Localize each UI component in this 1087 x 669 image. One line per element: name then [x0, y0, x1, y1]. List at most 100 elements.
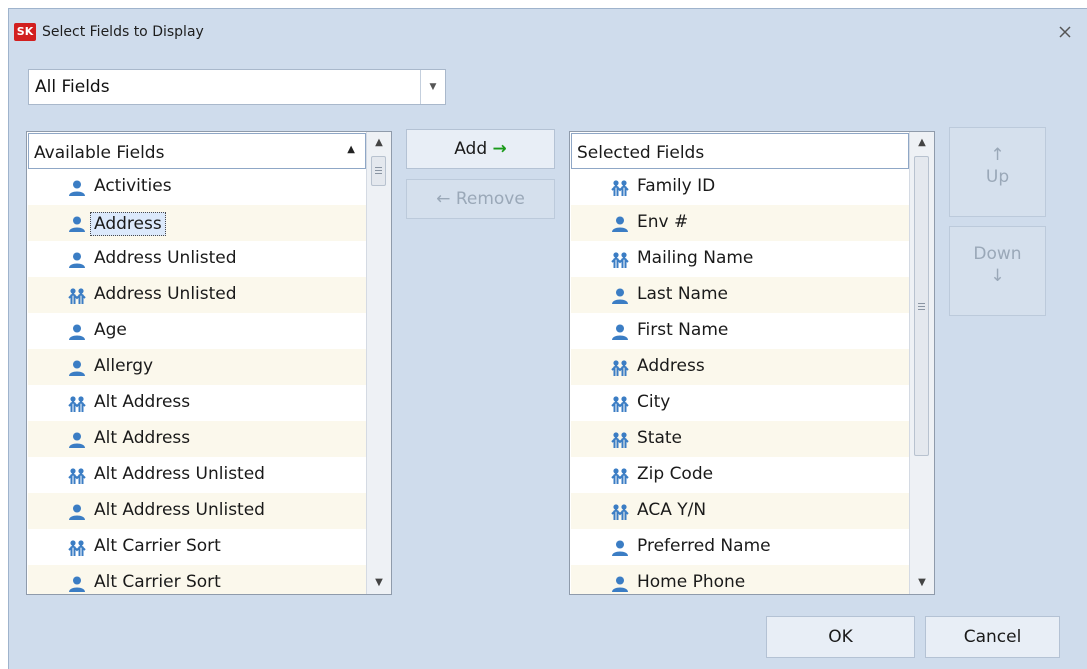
list-item[interactable]: ACA Y/N: [571, 493, 909, 529]
move-up-label: Up: [985, 167, 1010, 187]
list-item[interactable]: Address Unlisted: [28, 241, 366, 277]
list-item-label: State: [637, 428, 682, 448]
family-icon: [67, 285, 87, 305]
person-icon: [67, 429, 87, 449]
scroll-thumb[interactable]: [914, 156, 929, 456]
family-icon: [610, 465, 630, 485]
app-logo-icon: SK: [14, 23, 36, 41]
move-down-label: Down: [973, 244, 1022, 264]
person-icon: [610, 321, 630, 341]
list-item-label: ACA Y/N: [637, 500, 707, 520]
available-fields-list[interactable]: Available Fields ▲ Activities Address Addr…: [26, 131, 392, 595]
ok-button[interactable]: OK: [766, 616, 915, 658]
scroll-up-button[interactable]: ▲: [910, 132, 934, 154]
family-icon: [610, 177, 630, 197]
arrow-right-icon: →: [492, 139, 507, 159]
person-icon: [67, 177, 87, 197]
list-item-label: Home Phone: [637, 572, 746, 592]
scroll-down-button[interactable]: ▼: [367, 572, 391, 594]
title-bar: SK Select Fields to Display: [9, 9, 1087, 45]
list-item-label: Allergy: [94, 356, 154, 376]
family-icon: [67, 393, 87, 413]
available-fields-header-label: Available Fields: [34, 143, 165, 163]
add-button[interactable]: Add →: [406, 129, 555, 169]
list-item-label: Address: [637, 356, 705, 376]
family-icon: [610, 357, 630, 377]
chevron-down-icon: ▼: [429, 82, 437, 92]
list-item[interactable]: Activities: [28, 169, 366, 205]
list-item[interactable]: Family ID: [571, 169, 909, 205]
close-icon: [1059, 26, 1071, 38]
remove-label: Remove: [455, 189, 525, 209]
list-item[interactable]: Address Unlisted: [28, 277, 366, 313]
list-item-label: Mailing Name: [637, 248, 754, 268]
scroll-down-button[interactable]: ▼: [910, 572, 934, 594]
list-item[interactable]: Alt Carrier Sort: [28, 565, 366, 594]
arrow-left-icon: ←: [436, 189, 451, 209]
list-item-label: Alt Carrier Sort: [94, 536, 221, 556]
person-icon: [610, 573, 630, 593]
cancel-button[interactable]: Cancel: [925, 616, 1060, 658]
remove-button[interactable]: ← Remove: [406, 179, 555, 219]
list-item-label: Family ID: [637, 176, 716, 196]
person-icon: [610, 285, 630, 305]
list-item-label: Address: [90, 212, 166, 236]
list-item[interactable]: Alt Address Unlisted: [28, 493, 366, 529]
cancel-label: Cancel: [963, 627, 1022, 647]
move-down-button[interactable]: Down ↓: [949, 226, 1046, 316]
person-icon: [610, 213, 630, 233]
list-item[interactable]: Mailing Name: [571, 241, 909, 277]
list-item[interactable]: Alt Address Unlisted: [28, 457, 366, 493]
selected-fields-list[interactable]: Selected Fields Family ID Env # Mailing Na…: [569, 131, 935, 595]
list-item[interactable]: First Name: [571, 313, 909, 349]
field-filter-dropdown[interactable]: All Fields ▼: [28, 69, 446, 105]
close-button[interactable]: [1055, 22, 1075, 42]
list-item[interactable]: Allergy: [28, 349, 366, 385]
available-scrollbar[interactable]: ▲ ▼: [366, 132, 391, 594]
list-item-label: Address Unlisted: [94, 284, 237, 304]
person-icon: [67, 357, 87, 377]
list-item[interactable]: Preferred Name: [571, 529, 909, 565]
family-icon: [67, 465, 87, 485]
list-item[interactable]: Zip Code: [571, 457, 909, 493]
scroll-up-button[interactable]: ▲: [367, 132, 391, 154]
list-item[interactable]: Last Name: [571, 277, 909, 313]
list-item[interactable]: Alt Address: [28, 385, 366, 421]
list-item-label: Env #: [637, 212, 689, 232]
list-item-label: Alt Carrier Sort: [94, 572, 221, 592]
list-item[interactable]: Alt Carrier Sort: [28, 529, 366, 565]
selected-scrollbar[interactable]: ▲ ▼: [909, 132, 934, 594]
selected-fields-rows: Family ID Env # Mailing Name Last Name First…: [571, 169, 909, 594]
ok-label: OK: [828, 627, 853, 647]
list-item-label: City: [637, 392, 671, 412]
list-item-label: Activities: [94, 176, 172, 196]
available-fields-rows: Activities Address Address Unlisted Address…: [28, 169, 366, 594]
arrow-up-icon: ↑: [990, 145, 1005, 165]
scroll-thumb[interactable]: [371, 156, 386, 186]
list-item[interactable]: Env #: [571, 205, 909, 241]
person-icon: [67, 573, 87, 593]
list-item[interactable]: Home Phone: [571, 565, 909, 594]
family-icon: [610, 501, 630, 521]
list-item-label: Preferred Name: [637, 536, 771, 556]
person-icon: [67, 501, 87, 521]
move-up-button[interactable]: ↑ Up: [949, 127, 1046, 217]
list-item[interactable]: State: [571, 421, 909, 457]
list-item[interactable]: Address: [28, 205, 366, 241]
field-filter-value: All Fields: [35, 77, 110, 97]
list-item[interactable]: Alt Address: [28, 421, 366, 457]
selected-fields-header[interactable]: Selected Fields: [571, 133, 909, 169]
list-item-label: Last Name: [637, 284, 728, 304]
list-item-label: Address Unlisted: [94, 248, 237, 268]
list-item-label: Alt Address: [94, 428, 191, 448]
list-item-label: Alt Address Unlisted: [94, 500, 265, 520]
list-item[interactable]: City: [571, 385, 909, 421]
available-fields-header[interactable]: Available Fields ▲: [28, 133, 366, 169]
list-item[interactable]: Age: [28, 313, 366, 349]
list-item-label: Zip Code: [637, 464, 714, 484]
list-item-label: First Name: [637, 320, 729, 340]
dialog-title: Select Fields to Display: [42, 24, 204, 40]
list-item[interactable]: Address: [571, 349, 909, 385]
family-icon: [67, 537, 87, 557]
dropdown-button[interactable]: ▼: [420, 70, 445, 104]
